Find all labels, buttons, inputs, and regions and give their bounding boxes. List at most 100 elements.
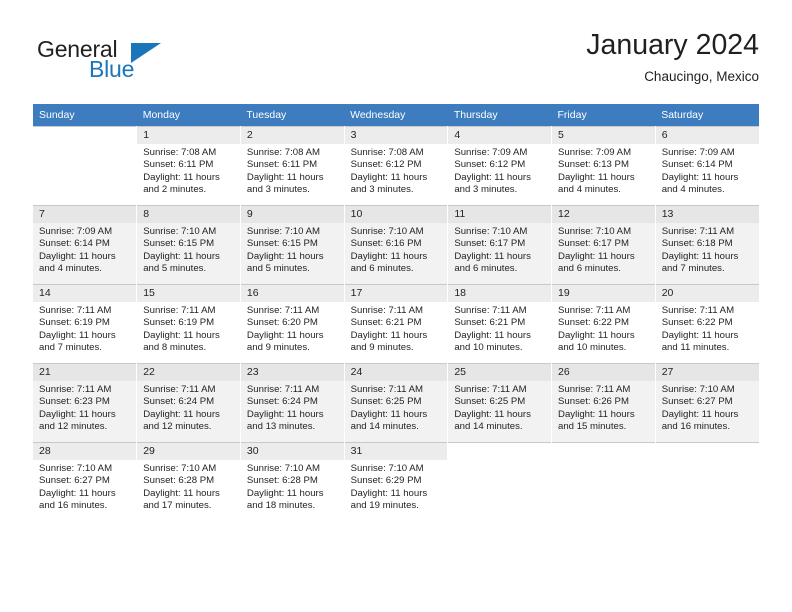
calendar-day-cell — [447, 442, 553, 521]
daylight-text-line2: and 10 minutes. — [558, 342, 627, 354]
calendar-day-cell[interactable]: 24 Sunrise: 7:11 AM Sunset: 6:25 PM Dayl… — [343, 363, 449, 443]
calendar-day-cell[interactable]: 13 Sunrise: 7:11 AM Sunset: 6:18 PM Dayl… — [654, 205, 759, 285]
daylight-text-line2: and 5 minutes. — [246, 263, 310, 275]
day-details: Sunrise: 7:11 AM Sunset: 6:25 PM Dayligh… — [345, 381, 448, 434]
calendar-day-cell[interactable]: 9 Sunrise: 7:10 AM Sunset: 6:15 PM Dayli… — [239, 205, 345, 285]
sunrise-text: Sunrise: 7:10 AM — [661, 384, 735, 395]
calendar-day-cell[interactable]: 21 Sunrise: 7:11 AM Sunset: 6:23 PM Dayl… — [33, 363, 138, 443]
calendar-day-cell[interactable]: 25 Sunrise: 7:11 AM Sunset: 6:25 PM Dayl… — [447, 363, 553, 443]
calendar-day-cell[interactable]: 6 Sunrise: 7:09 AM Sunset: 6:14 PM Dayli… — [654, 126, 759, 206]
sunrise-text: Sunrise: 7:10 AM — [143, 226, 217, 237]
day-number: 14 — [33, 285, 137, 302]
calendar-day-cell[interactable]: 18 Sunrise: 7:11 AM Sunset: 6:21 PM Dayl… — [447, 284, 553, 364]
calendar-day-cell[interactable]: 8 Sunrise: 7:10 AM Sunset: 6:15 PM Dayli… — [136, 205, 241, 285]
page-title: January 2024 — [586, 29, 759, 61]
sunrise-text: Sunrise: 7:09 AM — [558, 147, 632, 158]
weekday-header-thursday: Thursday — [447, 104, 552, 127]
sunrise-text: Sunrise: 7:11 AM — [39, 384, 112, 395]
day-number: 8 — [137, 206, 240, 223]
sunrise-text: Sunrise: 7:11 AM — [350, 384, 423, 395]
calendar-day-cell[interactable]: 30 Sunrise: 7:10 AM Sunset: 6:28 PM Dayl… — [239, 442, 345, 521]
day-number: 27 — [655, 364, 759, 381]
sunset-text: Sunset: 6:25 PM — [350, 396, 422, 408]
calendar-day-cell[interactable]: 11 Sunrise: 7:10 AM Sunset: 6:17 PM Dayl… — [447, 205, 553, 285]
calendar-day-cell[interactable]: 19 Sunrise: 7:11 AM Sunset: 6:22 PM Dayl… — [551, 284, 656, 364]
sunset-text: Sunset: 6:15 PM — [143, 238, 215, 250]
calendar-day-cell — [33, 126, 138, 206]
daylight-text-line2: and 12 minutes. — [143, 421, 212, 433]
daylight-text-line2: and 14 minutes. — [454, 421, 523, 433]
day-number: 5 — [552, 127, 655, 144]
sunset-text: Sunset: 6:12 PM — [454, 159, 526, 171]
calendar-day-cell[interactable]: 1 Sunrise: 7:08 AM Sunset: 6:11 PM Dayli… — [136, 126, 241, 206]
weekday-header-tuesday: Tuesday — [240, 104, 345, 127]
sunset-text: Sunset: 6:18 PM — [661, 238, 733, 250]
day-details: Sunrise: 7:11 AM Sunset: 6:24 PM Dayligh… — [241, 381, 344, 434]
day-number: 18 — [448, 285, 552, 302]
sunrise-text: Sunrise: 7:10 AM — [246, 226, 320, 237]
title-block: January 2024 Chaucingo, Mexico — [586, 28, 759, 85]
day-details — [448, 460, 551, 463]
sunset-text: Sunset: 6:24 PM — [246, 396, 318, 408]
calendar-day-cell[interactable]: 27 Sunrise: 7:10 AM Sunset: 6:27 PM Dayl… — [654, 363, 759, 443]
daylight-text-line1: Daylight: 11 hours — [661, 329, 739, 341]
daylight-text-line2: and 8 minutes. — [143, 342, 207, 354]
day-number: 12 — [552, 206, 655, 223]
page-header: General Blue January 2024 Chaucingo, Mex… — [33, 28, 759, 98]
calendar-day-cell[interactable]: 16 Sunrise: 7:11 AM Sunset: 6:20 PM Dayl… — [239, 284, 345, 364]
triangle-flag-icon — [131, 43, 161, 63]
calendar-day-cell[interactable]: 3 Sunrise: 7:08 AM Sunset: 6:12 PM Dayli… — [343, 126, 449, 206]
sunrise-text: Sunrise: 7:10 AM — [350, 463, 424, 474]
calendar-day-cell[interactable]: 22 Sunrise: 7:11 AM Sunset: 6:24 PM Dayl… — [136, 363, 241, 443]
calendar-week-row: 21 Sunrise: 7:11 AM Sunset: 6:23 PM Dayl… — [33, 363, 759, 443]
day-number: 30 — [240, 443, 344, 460]
calendar-day-cell[interactable]: 17 Sunrise: 7:11 AM Sunset: 6:21 PM Dayl… — [343, 284, 449, 364]
day-details — [552, 460, 655, 463]
daylight-text-line1: Daylight: 11 hours — [661, 250, 739, 262]
sunset-text: Sunset: 6:16 PM — [350, 238, 422, 250]
calendar-day-cell[interactable]: 28 Sunrise: 7:10 AM Sunset: 6:27 PM Dayl… — [33, 442, 138, 521]
calendar-day-cell[interactable]: 23 Sunrise: 7:11 AM Sunset: 6:24 PM Dayl… — [239, 363, 345, 443]
calendar-day-cell[interactable]: 15 Sunrise: 7:11 AM Sunset: 6:19 PM Dayl… — [136, 284, 241, 364]
day-details: Sunrise: 7:11 AM Sunset: 6:26 PM Dayligh… — [552, 381, 655, 434]
day-number: 24 — [344, 364, 448, 381]
day-details: Sunrise: 7:10 AM Sunset: 6:15 PM Dayligh… — [137, 223, 240, 276]
calendar-day-cell[interactable]: 4 Sunrise: 7:09 AM Sunset: 6:12 PM Dayli… — [447, 126, 553, 206]
sunset-text: Sunset: 6:12 PM — [350, 159, 422, 171]
daylight-text-line2: and 6 minutes. — [350, 263, 414, 275]
day-number — [33, 127, 136, 144]
calendar-day-cell[interactable]: 20 Sunrise: 7:11 AM Sunset: 6:22 PM Dayl… — [654, 284, 759, 364]
daylight-text-line1: Daylight: 11 hours — [350, 329, 428, 341]
daylight-text-line2: and 11 minutes. — [661, 342, 730, 354]
calendar-day-cell[interactable]: 31 Sunrise: 7:10 AM Sunset: 6:29 PM Dayl… — [343, 442, 449, 521]
day-number: 22 — [137, 364, 240, 381]
calendar-day-cell[interactable]: 26 Sunrise: 7:11 AM Sunset: 6:26 PM Dayl… — [551, 363, 656, 443]
weekday-header-monday: Monday — [136, 104, 241, 127]
calendar-day-cell[interactable]: 10 Sunrise: 7:10 AM Sunset: 6:16 PM Dayl… — [343, 205, 449, 285]
day-number: 6 — [655, 127, 759, 144]
calendar-week-row: 28 Sunrise: 7:10 AM Sunset: 6:27 PM Dayl… — [33, 442, 759, 521]
calendar-day-cell[interactable]: 29 Sunrise: 7:10 AM Sunset: 6:28 PM Dayl… — [136, 442, 241, 521]
calendar-day-cell[interactable]: 12 Sunrise: 7:10 AM Sunset: 6:17 PM Dayl… — [551, 205, 656, 285]
calendar-week-row: 14 Sunrise: 7:11 AM Sunset: 6:19 PM Dayl… — [33, 284, 759, 364]
brand-logo[interactable]: General Blue — [33, 36, 263, 94]
sunset-text: Sunset: 6:11 PM — [246, 159, 318, 171]
day-details: Sunrise: 7:11 AM Sunset: 6:24 PM Dayligh… — [137, 381, 240, 434]
calendar-table: Sunday Monday Tuesday Wednesday Thursday… — [33, 104, 759, 521]
calendar-day-cell[interactable]: 14 Sunrise: 7:11 AM Sunset: 6:19 PM Dayl… — [33, 284, 138, 364]
sunset-text: Sunset: 6:19 PM — [143, 317, 215, 329]
sunrise-text: Sunrise: 7:10 AM — [454, 226, 528, 237]
sunrise-text: Sunrise: 7:08 AM — [143, 147, 217, 158]
weekday-header-sunday: Sunday — [33, 104, 137, 127]
daylight-text-line1: Daylight: 11 hours — [350, 408, 428, 420]
daylight-text-line2: and 9 minutes. — [350, 342, 414, 354]
daylight-text-line1: Daylight: 11 hours — [454, 171, 531, 183]
sunset-text: Sunset: 6:24 PM — [143, 396, 215, 408]
calendar-day-cell[interactable]: 7 Sunrise: 7:09 AM Sunset: 6:14 PM Dayli… — [33, 205, 138, 285]
calendar-day-cell[interactable]: 5 Sunrise: 7:09 AM Sunset: 6:13 PM Dayli… — [551, 126, 656, 206]
sunset-text: Sunset: 6:29 PM — [350, 475, 422, 487]
calendar-day-cell[interactable]: 2 Sunrise: 7:08 AM Sunset: 6:11 PM Dayli… — [239, 126, 345, 206]
sunrise-text: Sunrise: 7:11 AM — [454, 305, 527, 316]
sunrise-text: Sunrise: 7:09 AM — [39, 226, 113, 237]
calendar-day-cell — [551, 442, 656, 521]
